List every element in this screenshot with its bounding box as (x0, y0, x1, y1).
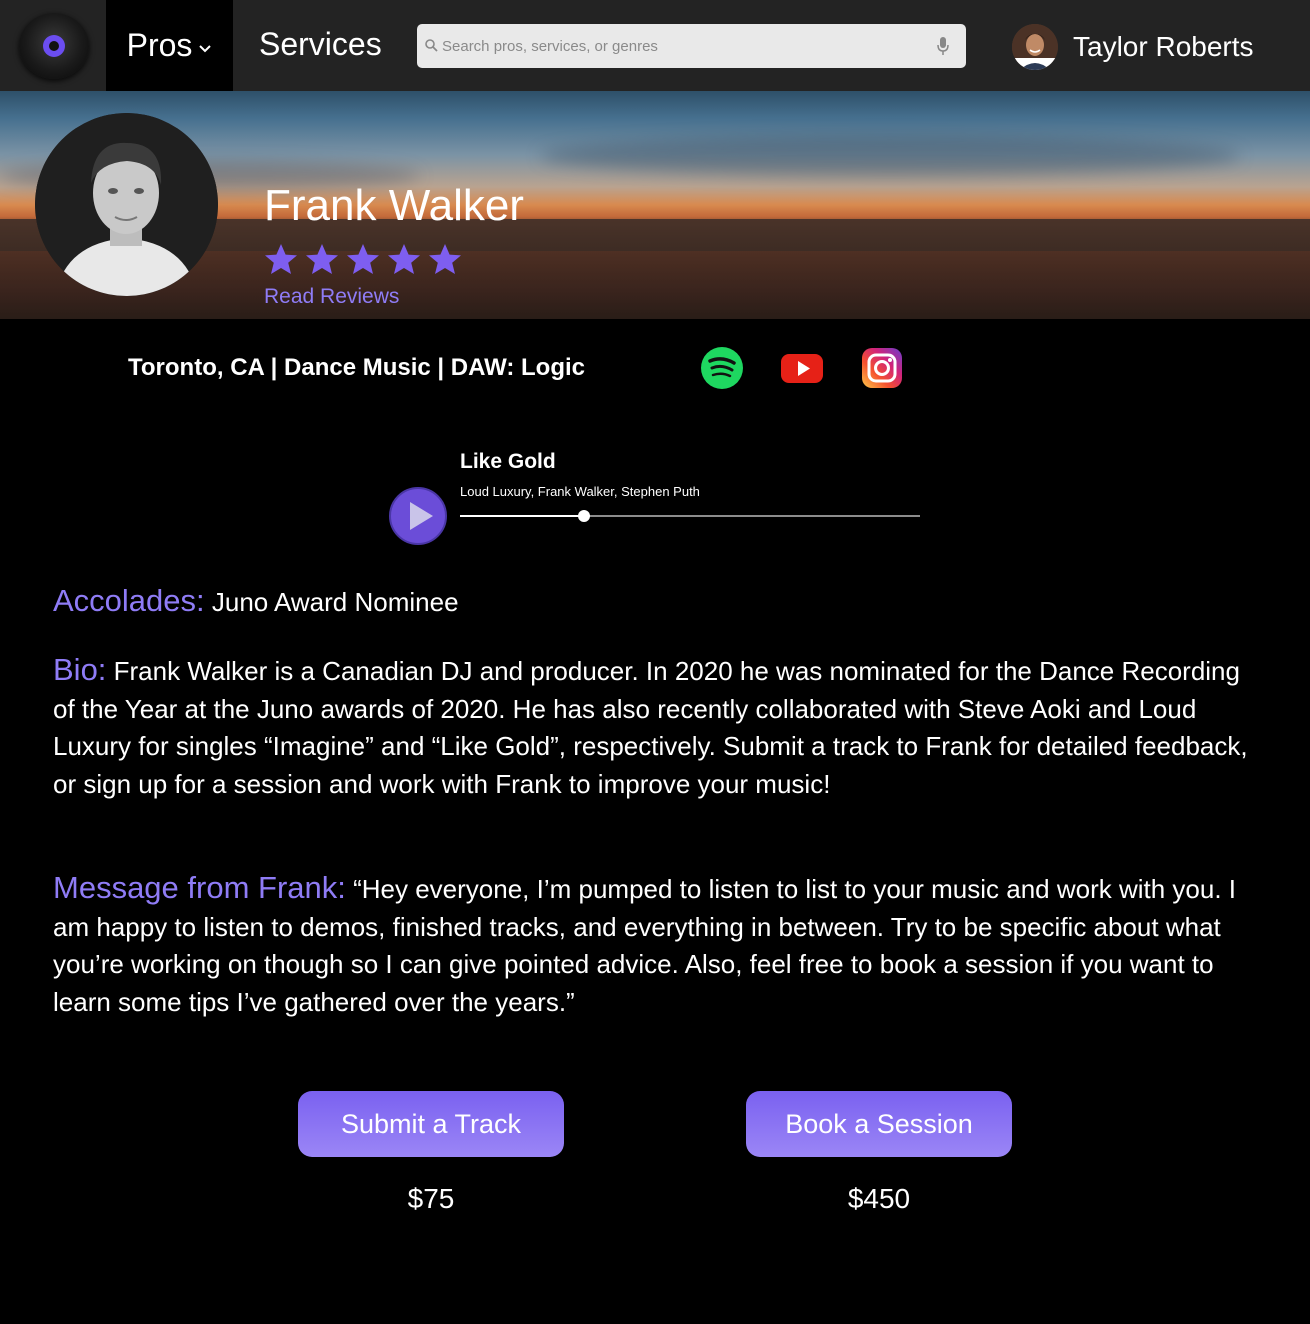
microphone-icon[interactable] (937, 37, 949, 55)
play-icon (410, 502, 433, 530)
read-reviews-link[interactable]: Read Reviews (264, 285, 399, 309)
bio-text: Frank Walker is a Canadian DJ and produc… (53, 656, 1248, 799)
spotify-icon[interactable] (700, 346, 744, 390)
star-icon (388, 244, 420, 274)
logo-record-icon[interactable] (19, 13, 89, 79)
user-avatar (1012, 24, 1058, 70)
search-icon (425, 39, 438, 52)
profile-hero-banner: Frank Walker Read Reviews (0, 91, 1310, 319)
track-artists: Loud Luxury, Frank Walker, Stephen Puth (460, 484, 700, 499)
submit-track-price: $75 (407, 1183, 455, 1214)
play-button[interactable] (389, 487, 447, 545)
message-section: Message from Frank: “Hey everyone, I’m p… (53, 869, 1253, 1021)
profile-meta: Toronto, CA | Dance Music | DAW: Logic (128, 354, 585, 381)
accolades-section: Accolades: Juno Award Nominee (53, 582, 1253, 622)
track-progress-bar[interactable] (460, 510, 920, 522)
bio-heading: Bio: (53, 652, 107, 687)
submit-track-button[interactable]: Submit a Track (298, 1091, 564, 1157)
nav-pros-dropdown[interactable]: Pros (106, 0, 233, 91)
book-session-price: $450 (847, 1183, 911, 1214)
accolades-heading: Accolades: (53, 583, 205, 618)
star-icon (265, 244, 297, 274)
user-name: Taylor Roberts (1073, 31, 1254, 62)
track-progress-knob[interactable] (578, 510, 591, 522)
search-input[interactable] (442, 24, 932, 68)
nav-services-link[interactable]: Services (259, 26, 382, 63)
book-session-button[interactable]: Book a Session (746, 1091, 1012, 1157)
profile-name: Frank Walker (264, 181, 524, 230)
search-bar (417, 24, 966, 68)
bio-section: Bio: Frank Walker is a Canadian DJ and p… (53, 651, 1253, 803)
star-icon (429, 244, 461, 274)
nav-pros-label: Pros (126, 27, 193, 63)
profile-photo (35, 113, 218, 296)
track-progress-fill (460, 515, 585, 517)
rating-stars (264, 243, 462, 275)
track-title: Like Gold (460, 450, 556, 473)
user-menu[interactable]: Taylor Roberts (1012, 24, 1254, 70)
instagram-icon[interactable] (860, 346, 904, 390)
chevron-down-icon (199, 44, 212, 52)
message-heading: Message from Frank: (53, 870, 346, 905)
accolades-text: Juno Award Nominee (204, 587, 459, 617)
star-icon (347, 244, 379, 274)
youtube-icon[interactable] (780, 346, 824, 390)
star-icon (306, 244, 338, 274)
top-nav: Pros Services Taylor Rob (0, 0, 1310, 91)
